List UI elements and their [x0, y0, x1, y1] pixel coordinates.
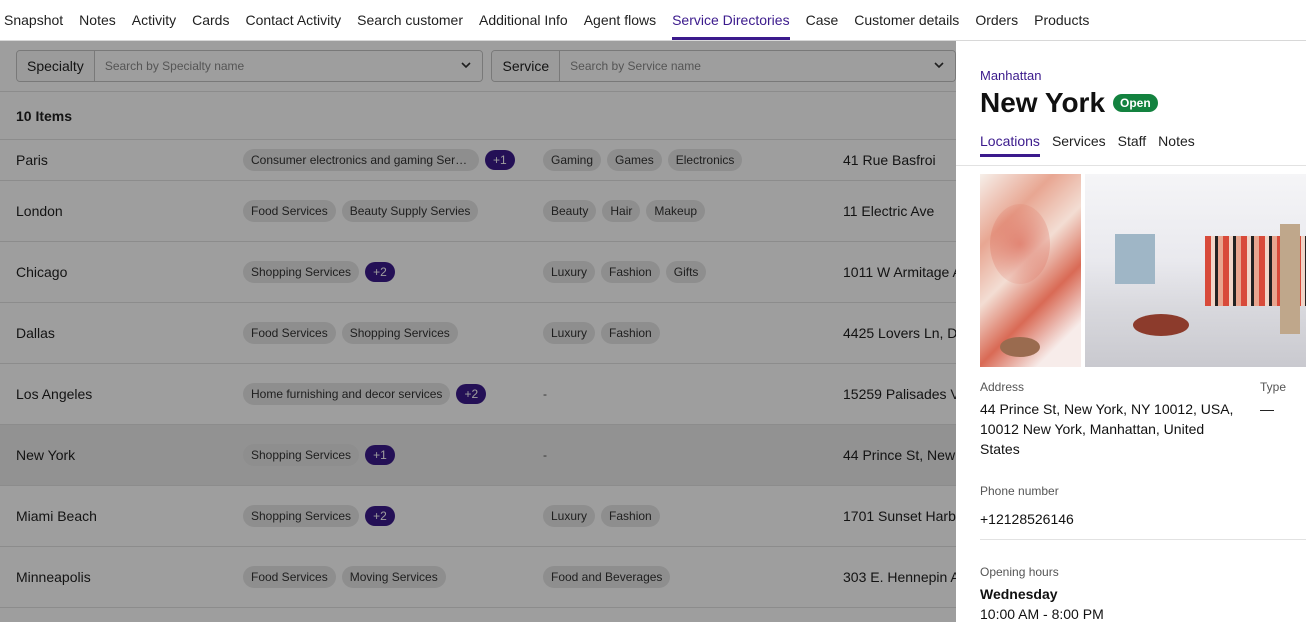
address-value: 44 Prince St, New York, NY 10012, USA, 1…: [980, 401, 1234, 457]
panel-tab-locations[interactable]: Locations: [980, 133, 1040, 157]
location-detail-panel: Manhattan New York Open Locations Service…: [956, 41, 1306, 622]
opening-hours-time: 10:00 AM - 8:00 PM: [980, 606, 1104, 622]
tab-contact-activity[interactable]: Contact Activity: [237, 0, 349, 40]
panel-tabs-divider: [956, 165, 1306, 166]
location-photo: [980, 174, 1306, 367]
panel-tab-services[interactable]: Services: [1052, 133, 1106, 157]
opening-hours-label: Opening hours: [980, 565, 1059, 579]
location-title-row: New York Open: [980, 87, 1158, 119]
tab-service-directories[interactable]: Service Directories: [664, 0, 797, 40]
opening-hours-day: Wednesday: [980, 586, 1058, 602]
top-navigation: Snapshot Notes Activity Cards Contact Activi…: [0, 0, 1306, 41]
section-divider: [980, 539, 1306, 540]
panel-tabs: Locations Services Staff Notes: [980, 133, 1195, 157]
scarf-display-image: [980, 174, 1081, 367]
mirror: [1280, 224, 1300, 334]
panel-tab-staff[interactable]: Staff: [1118, 133, 1147, 157]
tab-orders[interactable]: Orders: [967, 0, 1026, 40]
location-title: New York: [980, 87, 1106, 118]
panel-tab-notes[interactable]: Notes: [1158, 133, 1195, 157]
phone-value[interactable]: +12128526146: [980, 509, 1074, 529]
tab-case[interactable]: Case: [798, 0, 847, 40]
status-badge: Open: [1113, 94, 1158, 112]
tab-cards[interactable]: Cards: [184, 0, 237, 40]
address-label: Address: [980, 380, 1025, 394]
display-table: [1133, 314, 1189, 336]
tab-products[interactable]: Products: [1026, 0, 1097, 40]
tab-customer-details[interactable]: Customer details: [846, 0, 967, 40]
location-area-link[interactable]: Manhattan: [980, 68, 1041, 83]
tab-snapshot[interactable]: Snapshot: [4, 0, 71, 40]
tab-additional-info[interactable]: Additional Info: [471, 0, 576, 40]
tab-search-customer[interactable]: Search customer: [349, 0, 471, 40]
tab-notes[interactable]: Notes: [71, 0, 124, 40]
tab-agent-flows[interactable]: Agent flows: [576, 0, 664, 40]
tab-activity[interactable]: Activity: [124, 0, 184, 40]
store-window: [1115, 234, 1155, 284]
phone-label: Phone number: [980, 484, 1059, 498]
modal-backdrop[interactable]: [0, 41, 956, 622]
store-interior-image: [1085, 174, 1306, 367]
type-value: —: [1260, 401, 1274, 417]
type-label: Type: [1260, 380, 1287, 394]
